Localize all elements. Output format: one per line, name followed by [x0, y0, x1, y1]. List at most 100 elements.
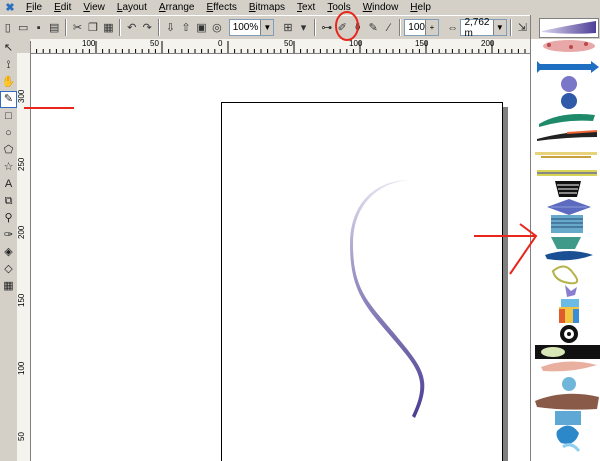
star-tool-icon[interactable]: ☆ [1, 160, 16, 175]
chevron-down-icon[interactable]: ▼ [260, 20, 274, 35]
brush-12[interactable] [545, 251, 593, 261]
brush-8[interactable] [555, 181, 581, 197]
pressure-icon[interactable]: ∕ [382, 19, 395, 36]
artistic-media-tool-icon[interactable]: ✎ [0, 91, 17, 108]
brush-5[interactable] [537, 130, 598, 141]
eyedropper-tool-icon[interactable]: ⚲ [1, 211, 16, 226]
menu-bitmaps[interactable]: Bitmaps [243, 0, 291, 15]
copy-icon[interactable]: ❐ [86, 19, 99, 36]
brush-6[interactable] [535, 152, 597, 158]
ruler-corner[interactable] [17, 39, 31, 54]
brush-mode-icon[interactable]: ✐ [336, 19, 349, 36]
brush-15[interactable] [559, 307, 579, 323]
rectangle-tool-icon[interactable]: □ [1, 109, 16, 124]
ruler-label: 250 [17, 157, 26, 171]
menu-edit[interactable]: Edit [48, 0, 77, 15]
ruler-label: 150 [415, 39, 429, 48]
brush-20[interactable] [556, 425, 581, 452]
brush-3[interactable] [561, 76, 577, 109]
brush-list [535, 40, 600, 452]
import-icon[interactable]: ⇩ [164, 19, 177, 36]
open-icon[interactable]: ▭ [16, 19, 29, 36]
print-icon[interactable]: ▤ [47, 19, 60, 36]
drawing-canvas[interactable] [31, 54, 530, 461]
freehand-smoothing-field[interactable]: 100 + [404, 19, 439, 36]
application-launcher-icon[interactable]: ▣ [195, 19, 208, 36]
ruler-label: 200 [17, 225, 26, 239]
polygon-tool-icon[interactable]: ⬠ [1, 143, 16, 158]
stroke-width-icon: ⇔ [447, 21, 459, 34]
export-icon[interactable]: ⇧ [179, 19, 192, 36]
ruler-label: 50 [284, 39, 293, 48]
shape-tool-icon[interactable]: ⟟ [1, 58, 16, 73]
redo-icon[interactable]: ↷ [140, 19, 153, 36]
brush-14[interactable] [561, 285, 579, 307]
ellipse-tool-icon[interactable]: ○ [1, 126, 16, 141]
ruler-label: 50 [150, 39, 159, 48]
menu-tools[interactable]: Tools [321, 0, 356, 15]
sprayer-icon[interactable]: ⚱ [351, 19, 364, 36]
brush-1[interactable] [543, 40, 595, 52]
brush-13[interactable] [551, 265, 579, 285]
blend-tool-icon[interactable]: ⧉ [1, 194, 16, 209]
ruler-label: 300 [17, 89, 26, 103]
brush-docker [530, 39, 600, 461]
menu-text[interactable]: Text [291, 0, 321, 15]
menu-arrange[interactable]: Arrange [153, 0, 201, 15]
ruler-label: 100 [349, 39, 363, 48]
menu-layout[interactable]: Layout [111, 0, 153, 15]
toolbar-separator [314, 19, 317, 36]
snap-icon[interactable]: ⊞ [281, 19, 294, 36]
corel-online-icon[interactable]: ◎ [210, 19, 223, 36]
brush-9[interactable] [547, 199, 591, 215]
menu-view[interactable]: View [77, 0, 111, 15]
brush-18[interactable] [541, 361, 597, 391]
brush-10[interactable] [551, 215, 583, 233]
preset-icon[interactable]: ⊶ [320, 19, 333, 36]
chevron-down-icon[interactable]: ▼ [492, 20, 506, 35]
options-icon[interactable]: ▾ [297, 19, 310, 36]
brush-2[interactable] [537, 61, 599, 73]
zoom-value: 100% [232, 22, 259, 33]
plus-icon[interactable]: + [424, 20, 438, 35]
smoothing-value: 100 [408, 22, 425, 33]
horizontal-ruler[interactable]: 100 50 0 50 100 150 200 [30, 39, 530, 54]
vertical-ruler[interactable]: 300 250 200 150 100 50 [17, 53, 31, 461]
undo-icon[interactable]: ↶ [125, 19, 138, 36]
pick-tool-icon[interactable]: ↖ [1, 41, 16, 56]
interactive-fill-tool-icon[interactable]: ◇ [1, 262, 16, 277]
stroke-preview-graphic [542, 21, 596, 34]
brush-save-icon[interactable]: ⇲ [516, 19, 529, 36]
brush-19[interactable] [535, 393, 599, 425]
brush-7[interactable] [537, 170, 597, 176]
toolbox: ↖ ⟟ ✋ ✎ □ ○ ⬠ ☆ A ⧉ ⚲ ✑ ◈ ◇ ▦ [0, 39, 18, 461]
outline-tool-icon[interactable]: ✑ [1, 228, 16, 243]
brush-stroke-preview[interactable] [530, 15, 600, 39]
new-document-icon[interactable]: ▯ [1, 19, 14, 36]
text-tool-icon[interactable]: A [1, 177, 16, 192]
zoom-combo[interactable]: 100% ▼ [228, 19, 275, 36]
paste-icon[interactable]: ▦ [102, 19, 115, 36]
brush-4[interactable] [539, 114, 595, 127]
fill-tool-icon[interactable]: ◈ [1, 245, 16, 260]
app-icon[interactable]: ✖ [4, 2, 16, 14]
ruler-label: 100 [17, 361, 26, 375]
menu-help[interactable]: Help [404, 0, 437, 15]
brush-16[interactable] [560, 325, 578, 343]
ruler-label: 50 [17, 432, 26, 441]
save-icon[interactable]: ▪ [32, 19, 45, 36]
mesh-tool-icon[interactable]: ▦ [1, 279, 16, 294]
toolbar-separator [509, 19, 512, 36]
menu-file[interactable]: File [20, 0, 48, 15]
calligraphic-icon[interactable]: ✎ [367, 19, 380, 36]
artistic-stroke[interactable] [31, 54, 530, 461]
brush-11[interactable] [551, 237, 581, 249]
knife-tool-icon[interactable]: ✋ [1, 75, 16, 90]
menu-bar: ✖ File Edit View Layout Arrange Effects … [0, 0, 600, 15]
stroke-width-field[interactable]: 2,762 m ▼ [460, 17, 507, 39]
brush-17[interactable] [535, 345, 600, 359]
menu-window[interactable]: Window [357, 0, 405, 15]
menu-effects[interactable]: Effects [200, 0, 242, 15]
cut-icon[interactable]: ✂ [71, 19, 84, 36]
stroke-preview-box [539, 18, 599, 38]
